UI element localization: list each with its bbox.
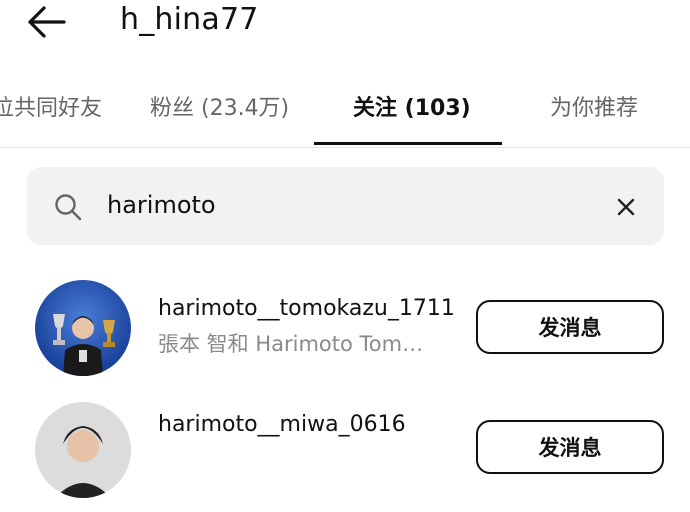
avatar[interactable]	[35, 402, 131, 498]
profile-username: h_hina77	[120, 2, 259, 37]
tab-bar: 位共同好友 粉丝 (23.4万) 关注 (103) 为你推荐	[0, 78, 690, 148]
search-icon	[53, 192, 83, 222]
result-full-name: 張本 智和 Harimoto Tom…	[158, 332, 424, 356]
send-message-button[interactable]: 发消息	[476, 300, 664, 354]
result-username: harimoto__tomokazu_1711	[158, 296, 455, 321]
search-input[interactable]	[107, 181, 577, 229]
list-item[interactable]: harimoto__tomokazu_1711 張本 智和 Harimoto T…	[0, 270, 690, 390]
clear-search-button[interactable]	[611, 192, 641, 222]
top-bar: h_hina77	[0, 0, 690, 44]
active-tab-indicator	[314, 142, 502, 145]
result-username: harimoto__miwa_0616	[158, 412, 406, 437]
send-message-button[interactable]: 发消息	[476, 420, 664, 474]
avatar[interactable]	[35, 280, 131, 376]
list-item[interactable]: harimoto__miwa_0616 发消息	[0, 392, 690, 512]
close-icon	[617, 198, 635, 216]
tab-followers[interactable]: 粉丝 (23.4万)	[150, 90, 289, 126]
tab-mutual-friends[interactable]: 位共同好友	[0, 90, 102, 126]
tab-suggested[interactable]: 为你推荐	[550, 90, 638, 126]
arrow-left-icon	[28, 6, 66, 38]
search-bar	[27, 167, 664, 245]
tab-following[interactable]: 关注 (103)	[353, 90, 471, 126]
back-button[interactable]	[24, 2, 68, 42]
